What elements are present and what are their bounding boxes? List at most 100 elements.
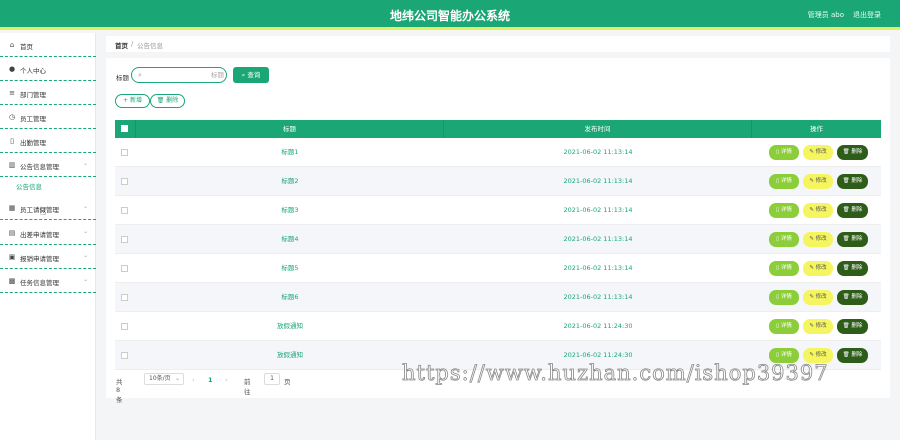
edit-button[interactable]: ✎ 修改: [803, 203, 833, 218]
breadcrumb-home[interactable]: 首页: [115, 40, 128, 50]
sidebar-item-label: 出勤管理: [20, 139, 46, 147]
delete-button[interactable]: 🗑 删除: [837, 348, 868, 363]
sidebar-item-4[interactable]: ▯ 出勤管理: [0, 129, 96, 153]
delete-label: 删除: [851, 294, 863, 300]
search-button-label: 查询: [247, 71, 261, 79]
delete-label: 删除: [851, 265, 863, 271]
edit-label: 修改: [815, 323, 827, 329]
page-size-select[interactable]: 10条/页 ⌄: [144, 373, 184, 385]
edit-icon: ✎: [809, 294, 814, 300]
edit-button[interactable]: ✎ 修改: [803, 174, 833, 189]
cell-time: 2021-06-02 11:13:14: [563, 293, 633, 301]
row-checkbox[interactable]: [121, 178, 128, 185]
sidebar-item-5[interactable]: ▥ 公告信息管理 ⌄: [0, 153, 96, 177]
delete-button[interactable]: 🗑 删除: [837, 319, 868, 334]
delete-button[interactable]: 🗑 删除: [837, 261, 868, 276]
row-checkbox[interactable]: [121, 149, 128, 156]
sidebar-item-label: 个人中心: [20, 67, 46, 75]
delete-button[interactable]: 🗑 删除: [837, 290, 868, 305]
clock-icon: ◷: [8, 113, 16, 121]
goto-page-input[interactable]: 1: [264, 373, 280, 385]
row-checkbox[interactable]: [121, 323, 128, 330]
bulb-icon: ▯: [10, 137, 14, 145]
sidebar-item-3[interactable]: ◷ 员工管理: [0, 105, 96, 129]
sidebar-item-label: 出差申请管理: [20, 231, 59, 239]
cell-time: 2021-06-02 11:24:30: [563, 322, 633, 330]
delete-button[interactable]: 🗑 删除: [837, 174, 868, 189]
page-number-current[interactable]: 1: [208, 376, 213, 384]
logout-link[interactable]: 退出登录: [853, 10, 881, 20]
sidebar-item-7[interactable]: ▤ 出差申请管理 ⌄: [0, 221, 96, 245]
delete-label: 删除: [851, 323, 863, 329]
edit-button[interactable]: ✎ 修改: [803, 290, 833, 305]
breadcrumb-current: 公告信息: [137, 42, 163, 50]
add-button[interactable]: + 新增: [115, 94, 150, 108]
sidebar-item-2[interactable]: ≡ 部门管理: [0, 81, 96, 105]
sidebar-item-8[interactable]: ▣ 报销申请管理 ⌄: [0, 245, 96, 269]
edit-label: 修改: [815, 352, 827, 358]
chevron-down-icon: ⌄: [82, 276, 88, 283]
edit-icon: ✎: [809, 265, 814, 271]
batch-delete-button[interactable]: 🗑 删除: [150, 94, 185, 108]
detail-label: 详情: [780, 178, 792, 184]
prev-page-button[interactable]: ‹: [192, 376, 195, 384]
detail-button[interactable]: ▯ 详情: [769, 174, 799, 189]
sidebar-item-6[interactable]: ▦ 员工请假管理 ⌄: [0, 196, 96, 220]
next-page-button[interactable]: ›: [225, 376, 228, 384]
delete-button[interactable]: 🗑 删除: [837, 203, 868, 218]
row-checkbox[interactable]: [121, 352, 128, 359]
select-all-checkbox[interactable]: [121, 125, 128, 132]
trash-icon: 🗑: [842, 265, 850, 271]
trash-icon: 🗑: [156, 97, 165, 104]
search-button[interactable]: ⌕ 查询: [233, 67, 269, 83]
edit-button[interactable]: ✎ 修改: [803, 261, 833, 276]
delete-button[interactable]: 🗑 删除: [837, 145, 868, 160]
delete-label: 删除: [851, 207, 863, 213]
table-header: 标题 发布时间 操作: [115, 120, 881, 138]
search-icon: ⌕: [138, 71, 142, 79]
detail-button[interactable]: ▯ 详情: [769, 319, 799, 334]
detail-button[interactable]: ▯ 详情: [769, 145, 799, 160]
sidebar-item-9[interactable]: ▩ 任务信息管理 ⌄: [0, 269, 96, 293]
delete-button[interactable]: 🗑 删除: [837, 232, 868, 247]
total-count: 共 8 条: [116, 378, 123, 404]
detail-button[interactable]: ▯ 详情: [769, 261, 799, 276]
edit-icon: ✎: [809, 178, 814, 184]
detail-icon: ▯: [776, 265, 780, 271]
cell-title: 标题6: [281, 293, 299, 301]
cell-title: 标题3: [281, 206, 299, 214]
trash-icon: 🗑: [842, 352, 850, 358]
search-box[interactable]: ⌕: [131, 67, 227, 83]
cell-time: 2021-06-02 11:13:14: [563, 264, 633, 272]
row-checkbox[interactable]: [121, 207, 128, 214]
edit-icon: ✎: [809, 207, 814, 213]
sidebar-item-0[interactable]: ⌂ 首页: [0, 33, 96, 57]
page-unit-label: 页: [284, 378, 291, 386]
edit-button[interactable]: ✎ 修改: [803, 232, 833, 247]
search-input[interactable]: [148, 70, 224, 80]
detail-button[interactable]: ▯ 详情: [769, 290, 799, 305]
edit-icon: ✎: [809, 352, 814, 358]
detail-label: 详情: [780, 149, 792, 155]
row-checkbox[interactable]: [121, 236, 128, 243]
grid-icon: ▦: [8, 204, 16, 212]
sidebar-subitem-notice[interactable]: 公告信息: [16, 181, 42, 191]
detail-button[interactable]: ▯ 详情: [769, 232, 799, 247]
list-icon: ≡: [9, 89, 15, 97]
row-checkbox[interactable]: [121, 294, 128, 301]
edit-button[interactable]: ✎ 修改: [803, 145, 833, 160]
cell-time: 2021-06-02 11:13:14: [563, 206, 633, 214]
table-row: 放假通知 2021-06-02 11:24:30 ▯ 详情 ✎ 修改 🗑 删除: [115, 312, 881, 341]
cell-title: 标题4: [281, 235, 299, 243]
sidebar-item-1[interactable]: ● 个人中心: [0, 57, 96, 81]
edit-label: 修改: [815, 207, 827, 213]
row-checkbox[interactable]: [121, 265, 128, 272]
edit-button[interactable]: ✎ 修改: [803, 319, 833, 334]
detail-icon: ▯: [776, 149, 780, 155]
detail-button[interactable]: ▯ 详情: [769, 203, 799, 218]
app-title: 地纬公司智能办公系统: [389, 9, 510, 23]
edit-label: 修改: [815, 265, 827, 271]
detail-label: 详情: [780, 294, 792, 300]
sidebar-item-label: 首页: [20, 43, 33, 51]
sidebar-item-label: 报销申请管理: [20, 255, 59, 263]
